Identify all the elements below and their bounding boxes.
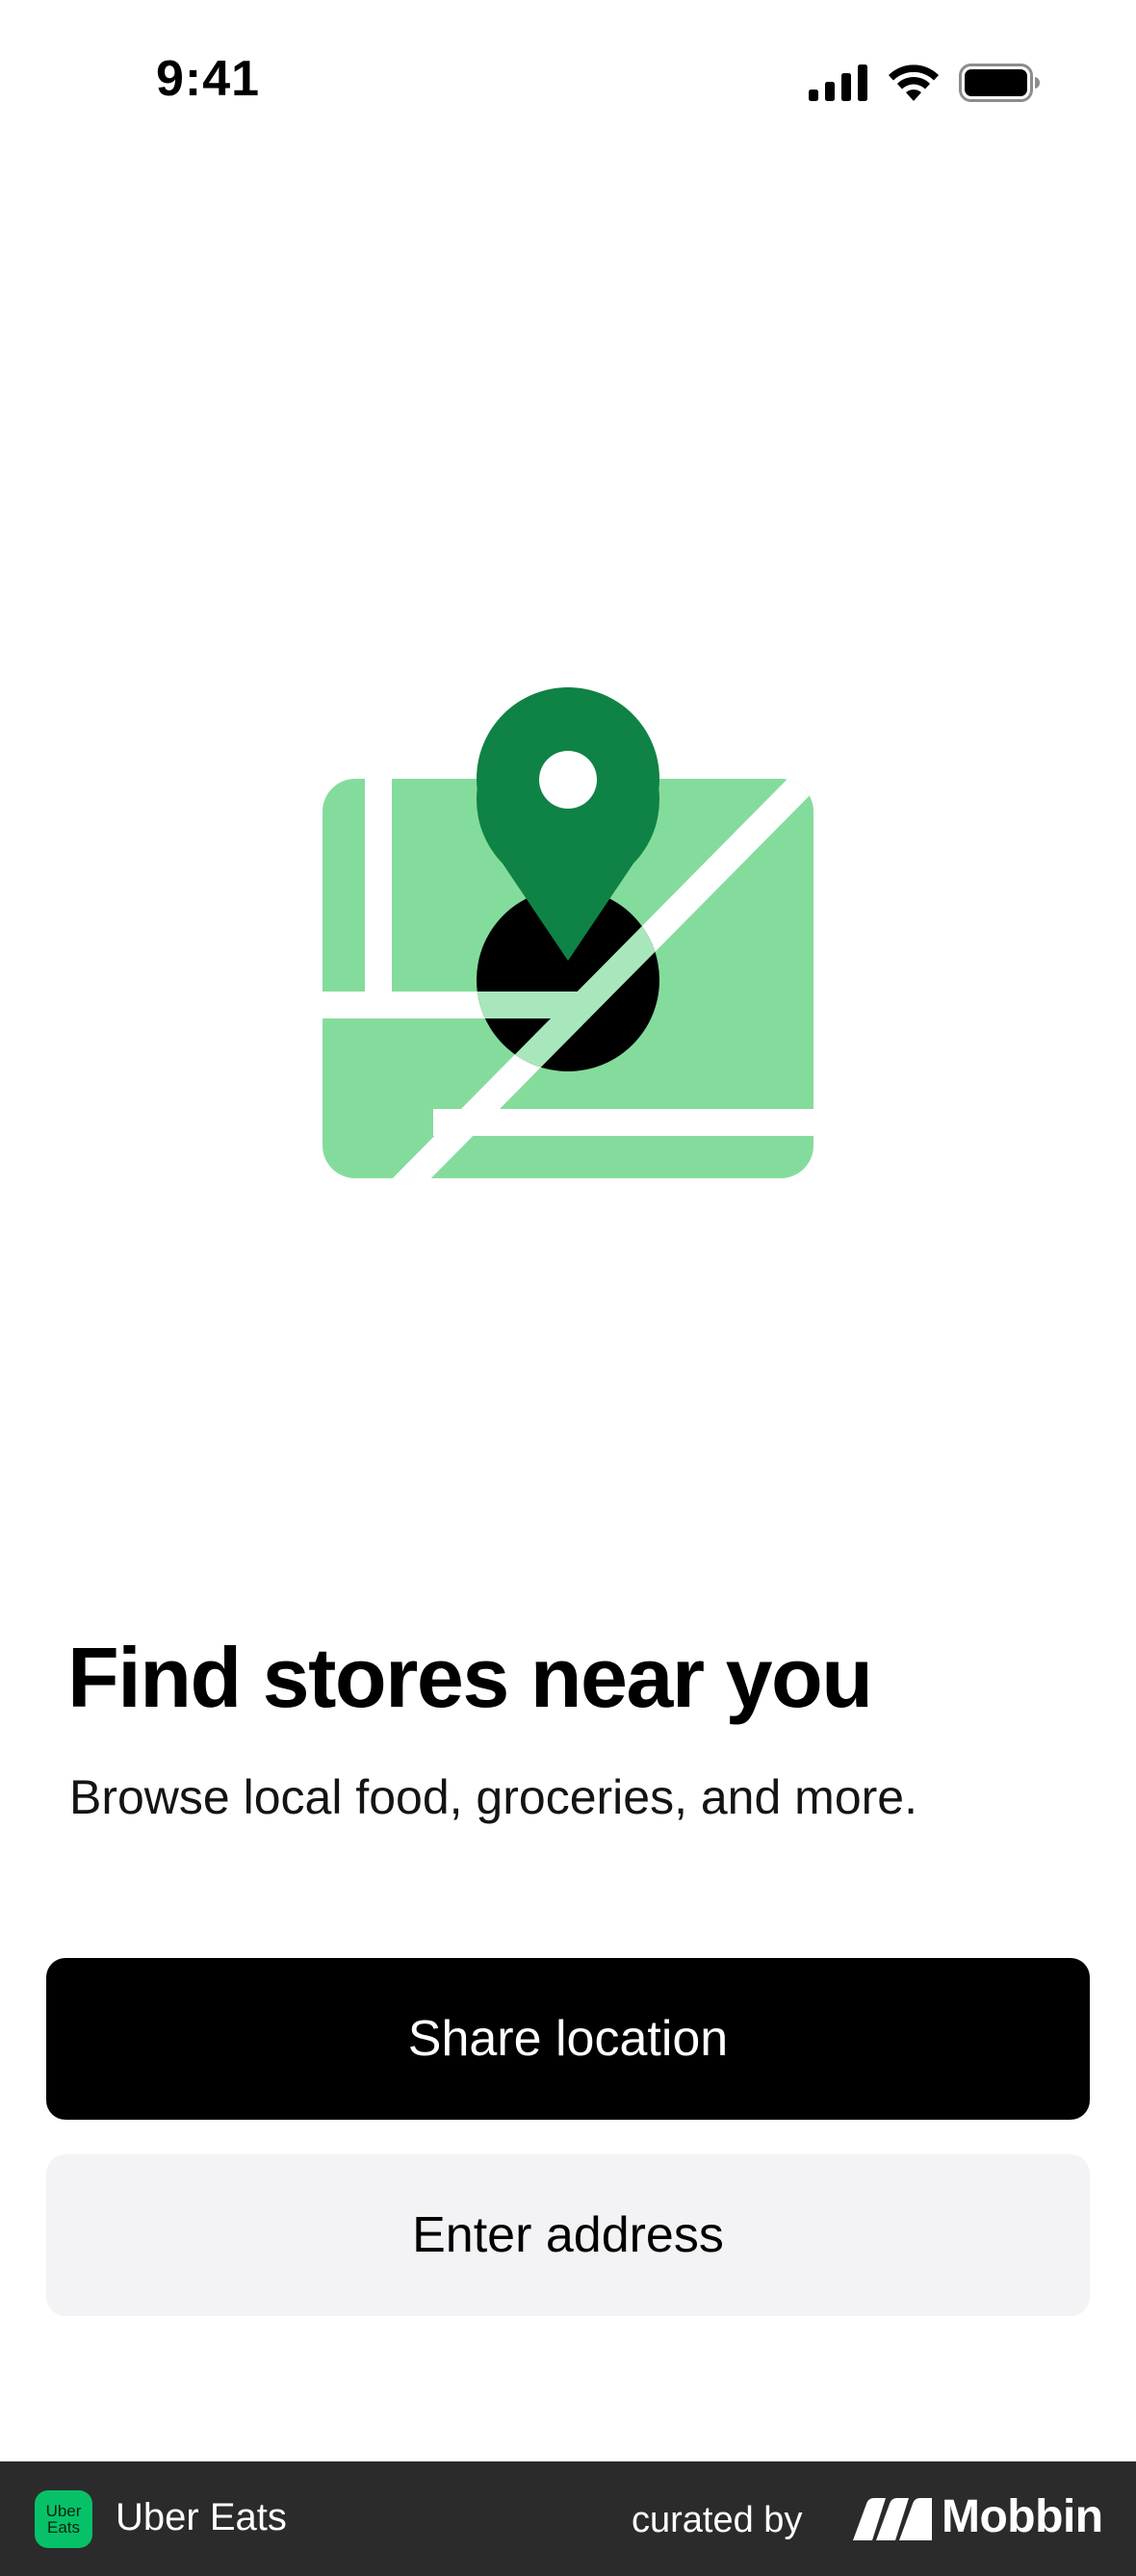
status-icons bbox=[809, 64, 1040, 102]
curated-by-label: curated by bbox=[632, 2500, 803, 2540]
battery-icon bbox=[959, 64, 1040, 102]
location-onboarding-screen: 9:41 Find stores near you Browse local f… bbox=[0, 0, 1136, 2576]
share-location-button[interactable]: Share location bbox=[46, 1958, 1090, 2120]
page-subtitle: Browse local food, groceries, and more. bbox=[69, 1770, 917, 1824]
wifi-icon bbox=[888, 64, 940, 101]
mobbin-brand-name: Mobbin bbox=[942, 2491, 1103, 2542]
mobbin-logo-icon bbox=[853, 2498, 932, 2540]
enter-address-button[interactable]: Enter address bbox=[46, 2154, 1090, 2316]
map-pin-illustration bbox=[318, 685, 818, 1186]
uber-eats-logo: Uber Eats bbox=[35, 2490, 92, 2548]
logo-text-line2: Eats bbox=[46, 2518, 81, 2537]
status-time: 9:41 bbox=[156, 51, 261, 107]
status-bar: 9:41 bbox=[0, 0, 1136, 168]
app-name: Uber Eats bbox=[116, 2496, 287, 2538]
page-title: Find stores near you bbox=[67, 1630, 873, 1725]
cellular-signal-icon bbox=[809, 64, 868, 101]
logo-text-line1: Uber bbox=[45, 2502, 82, 2520]
attribution-bar: Uber Eats Uber Eats curated by Mobbin bbox=[0, 2461, 1136, 2576]
